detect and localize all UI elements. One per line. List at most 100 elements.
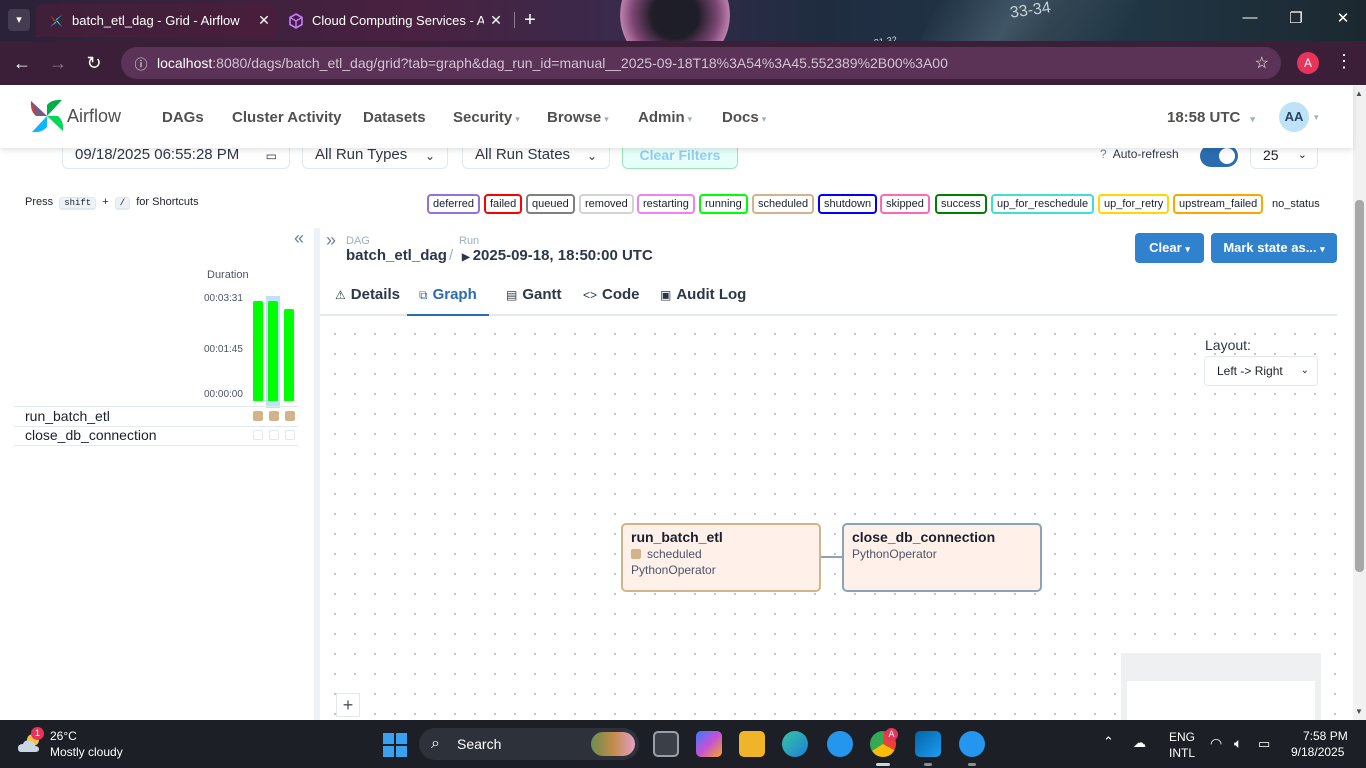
profile-avatar[interactable]: A [1297,52,1319,74]
scrollbar-thumb[interactable] [1355,200,1364,572]
graph-minimap[interactable] [1121,653,1321,720]
task-instance-cell[interactable] [269,411,279,421]
language-primary[interactable]: ENG [1169,730,1195,744]
copilot-icon[interactable] [696,731,722,757]
nav-cluster-activity[interactable]: Cluster Activity [232,109,341,126]
clock-time[interactable]: 7:58 PM [1303,729,1348,743]
address-bar[interactable]: ⓘ localhost:8080/dags/batch_etl_dag/grid… [121,47,1281,79]
tab-search-button[interactable]: ▾ [8,9,30,31]
nav-datasets[interactable]: Datasets [363,109,426,126]
calendar-icon[interactable]: ▭ [266,146,277,166]
language-secondary[interactable]: INTL [1169,746,1195,760]
tab-gantt[interactable]: ▤ Gantt [504,274,564,316]
graph-canvas[interactable]: Layout: Left -> Right ⌄ run_batch_etl sc… [321,318,1336,720]
airflow-logo-icon[interactable] [28,97,66,135]
back-button[interactable]: ← [10,51,34,75]
reload-button[interactable]: ↻ [82,51,106,75]
chevron-up-icon[interactable]: ⌃ [1103,734,1114,750]
volume-icon[interactable]: 🔈︎ [1234,735,1242,752]
graph-node-run-batch-etl[interactable]: run_batch_etl scheduled PythonOperator [621,523,821,592]
legend-restarting[interactable]: restarting [637,194,695,214]
nav-dags[interactable]: DAGs [162,109,204,126]
nav-browse[interactable]: Browse ▾ [547,109,609,126]
legend-shutdown[interactable]: shutdown [818,194,878,214]
chevron-down-icon[interactable]: ▾ [1314,112,1319,123]
mark-state-button[interactable]: Mark state as... ▾ [1211,233,1337,263]
docker-desktop-icon[interactable] [959,731,985,757]
legend-failed[interactable]: failed [484,194,523,214]
task-instance-cell[interactable] [269,430,279,440]
task-row-run-batch-etl[interactable]: run_batch_etl [25,408,110,424]
browser-tab-airflow[interactable]: batch_etl_dag - Grid - Airflow ✕ [36,4,276,37]
legend-skipped[interactable]: skipped [880,194,930,214]
task-view-icon[interactable] [653,731,679,757]
wifi-icon[interactable]: ◠ [1210,735,1222,752]
expand-icon[interactable]: » [326,230,336,251]
collapse-grid-icon[interactable]: « [294,228,304,249]
tab-graph[interactable]: ⧉ Graph [407,274,489,316]
browser-tab-cloud[interactable]: Cloud Computing Services - Am ✕ [276,4,508,37]
legend-upstream-failed[interactable]: upstream_failed [1173,194,1264,214]
legend-up-for-retry[interactable]: up_for_retry [1098,194,1170,214]
clock-date[interactable]: 9/18/2025 [1291,745,1344,759]
start-button[interactable] [383,733,407,757]
legend-up-for-reschedule[interactable]: up_for_reschedule [991,194,1095,214]
breadcrumb-dag[interactable]: batch_etl_dag [346,247,447,264]
run-duration-bar[interactable] [284,309,294,401]
run-duration-bar[interactable] [268,301,278,401]
user-avatar[interactable]: AA [1279,102,1309,132]
weather-condition[interactable]: Mostly cloudy [50,745,123,759]
nav-admin[interactable]: Admin ▾ [638,109,692,126]
brand-name[interactable]: Airflow [67,106,121,127]
battery-icon[interactable]: ▭ [1258,736,1270,752]
nav-security[interactable]: Security ▾ [453,109,520,126]
weather-temp[interactable]: 26°C [50,729,77,743]
file-explorer-icon[interactable] [739,731,765,757]
nav-browse-label: Browse [547,109,602,126]
close-window-button[interactable]: ✕ [1323,9,1363,27]
legend-running[interactable]: running [699,194,748,214]
edge-browser-icon[interactable] [782,731,808,757]
docker-icon[interactable] [827,731,853,757]
scroll-down-icon[interactable]: ▼ [1355,707,1363,716]
forward-button[interactable]: → [46,51,70,75]
layout-select[interactable]: Left -> Right ⌄ [1204,356,1318,386]
graph-node-close-db-connection[interactable]: close_db_connection PythonOperator [842,523,1042,592]
restore-button[interactable]: ❐ [1276,9,1316,27]
taskbar-search[interactable]: ⌕ Search [419,728,639,760]
vscode-icon[interactable] [915,731,941,757]
nav-docs[interactable]: Docs ▾ [722,109,766,126]
breadcrumb-run[interactable]: ▶ 2025-09-18, 18:50:00 UTC [462,247,653,264]
legend-deferred[interactable]: deferred [427,194,480,214]
legend-success[interactable]: success [935,194,987,214]
site-info-icon[interactable]: ⓘ [125,54,157,73]
network-status-icon[interactable]: ☁ [1133,735,1146,751]
browser-menu-icon[interactable]: ⋮ [1334,51,1354,72]
task-instance-cell[interactable] [253,411,263,421]
task-instance-cell[interactable] [285,430,295,440]
auto-refresh-toggle[interactable] [1200,145,1238,167]
bookmark-star-icon[interactable]: ☆ [1255,53,1269,73]
task-instance-cell[interactable] [253,430,263,440]
tab-details[interactable]: ⚠ Details [333,274,402,316]
task-instance-cell[interactable] [285,411,295,421]
legend-scheduled[interactable]: scheduled [752,194,815,214]
legend-no-status[interactable]: no_status [1266,194,1326,214]
run-duration-bar[interactable] [253,301,263,401]
profile-badge-icon: A [885,728,898,741]
utc-clock[interactable]: 18:58 UTC ▾ [1167,109,1255,126]
legend-removed[interactable]: removed [579,194,634,214]
page-size-value: 25 [1263,147,1279,163]
task-row-close-db-connection[interactable]: close_db_connection [25,427,157,443]
minimize-button[interactable]: — [1230,9,1270,26]
close-tab-icon[interactable]: ✕ [252,12,276,29]
tab-code[interactable]: <> Code [581,274,642,316]
legend-queued[interactable]: queued [526,194,575,214]
new-tab-button[interactable]: + [518,8,542,32]
tab-audit-log[interactable]: ▣ Audit Log [658,274,748,316]
page-scrollbar[interactable]: ▲ ▼ [1353,85,1366,720]
zoom-in-button[interactable]: + [336,693,360,717]
scroll-up-icon[interactable]: ▲ [1355,89,1363,98]
close-tab-icon[interactable]: ✕ [484,12,508,29]
clear-button[interactable]: Clear ▾ [1135,233,1204,263]
